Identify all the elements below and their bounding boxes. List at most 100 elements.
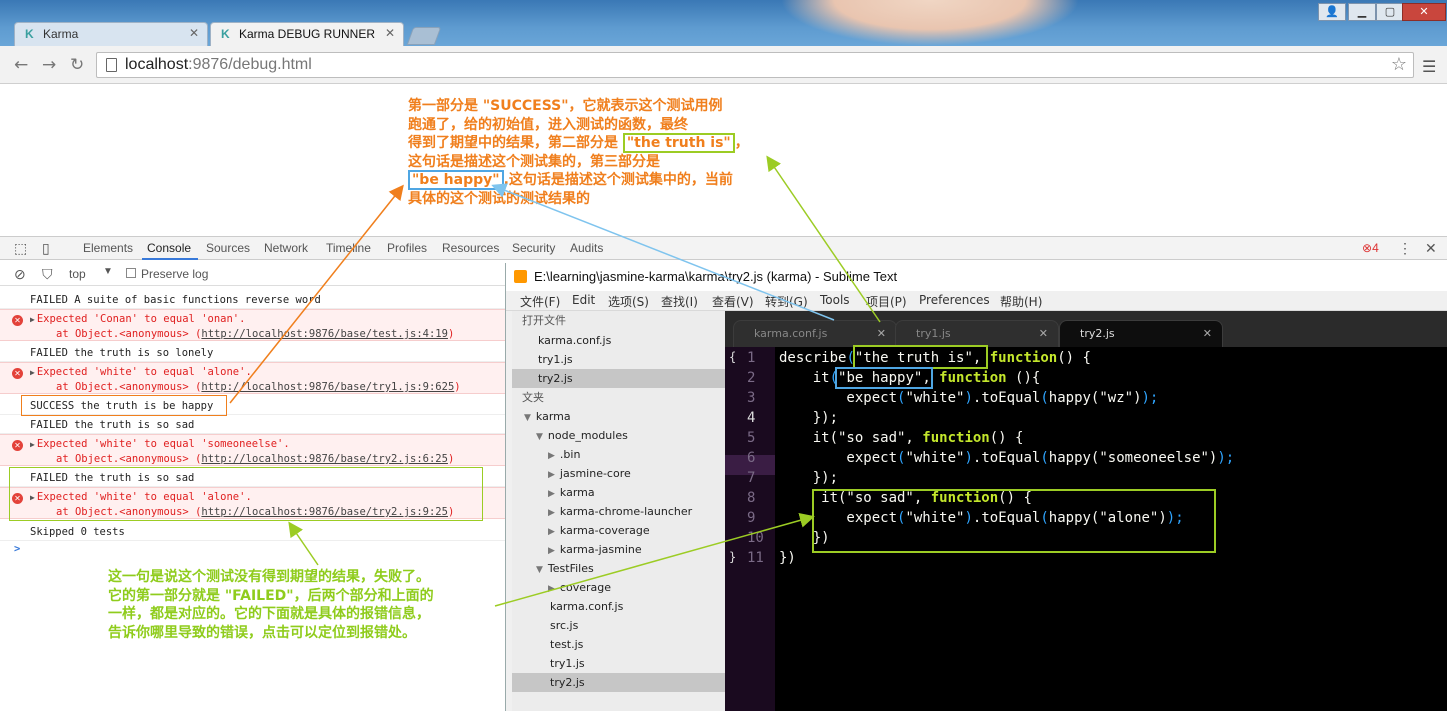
menu-goto[interactable]: 转到(G) (765, 293, 808, 310)
clear-console-icon[interactable]: ⊘ (14, 266, 26, 283)
menu-find[interactable]: 查找(I) (661, 293, 698, 310)
tab-close-icon[interactable]: ✕ (877, 327, 886, 340)
fold-marker-icon[interactable]: { (729, 350, 736, 364)
back-arrow-icon[interactable]: ← (14, 55, 28, 75)
chevron-down-icon[interactable]: ▼ (103, 266, 113, 277)
tree-folder[interactable]: ▶ karma-coverage (512, 521, 725, 540)
console-error-line[interactable]: ✕ ▶ Expected 'white' to equal 'someoneels… (0, 434, 505, 466)
annotation-line: 这句话是描述这个测试集的，第三部分是 (408, 153, 660, 170)
tree-folder[interactable]: ▶ .bin (512, 445, 725, 464)
expand-triangle-icon[interactable]: ▶ (30, 368, 35, 377)
menu-help[interactable]: 帮助(H) (1000, 293, 1042, 310)
tree-folder[interactable]: ▼ TestFiles (512, 559, 725, 578)
line-number: 5 (747, 430, 756, 446)
tree-folder[interactable]: ▶ karma-jasmine (512, 540, 725, 559)
editor-tab[interactable]: karma.conf.js ✕ (733, 320, 897, 347)
tab-elements[interactable]: Elements (83, 241, 133, 255)
tab-audits[interactable]: Audits (570, 241, 603, 255)
user-profile-button[interactable]: 👤 (1318, 3, 1346, 21)
minimize-button[interactable]: ▁ (1348, 3, 1376, 21)
sublime-title-text: E:\learning\jasmine-karma\karma\try2.js … (534, 269, 898, 284)
tab-close-icon[interactable]: ✕ (1203, 327, 1212, 340)
open-file-item-selected[interactable]: try2.js (512, 369, 725, 388)
more-options-icon[interactable]: ⋮ (1398, 240, 1412, 257)
source-link[interactable]: http://localhost:9876/base/try1.js:9:625 (201, 381, 454, 393)
open-file-item[interactable]: karma.conf.js (512, 331, 725, 350)
fold-marker-icon[interactable]: } (729, 550, 736, 564)
close-devtools-icon[interactable]: ✕ (1425, 240, 1437, 257)
expand-triangle-icon[interactable]: ▶ (30, 440, 35, 449)
tree-folder[interactable]: ▶ coverage (512, 578, 725, 597)
device-mode-icon[interactable]: ▯ (42, 240, 50, 257)
close-window-button[interactable]: ✕ (1402, 3, 1446, 21)
menu-view[interactable]: 查看(V) (712, 293, 754, 310)
tab-resources[interactable]: Resources (442, 241, 499, 255)
menu-project[interactable]: 项目(P) (866, 293, 907, 310)
console-prompt[interactable]: > (14, 543, 20, 555)
tree-file-selected[interactable]: try2.js (512, 673, 725, 692)
tab-security[interactable]: Security (512, 241, 555, 255)
folders-header: 文夹 (522, 391, 544, 404)
tab-close-icon[interactable]: ✕ (385, 26, 395, 40)
console-error-line[interactable]: ✕ ▶ Expected 'white' to equal 'alone'. at… (0, 362, 505, 394)
filter-icon[interactable]: ⛉ (42, 266, 53, 283)
editor-tab-active[interactable]: try2.js ✕ (1059, 320, 1223, 347)
maximize-button[interactable]: ▢ (1376, 3, 1404, 21)
tab-console[interactable]: Console (147, 241, 191, 255)
line-number: 2 (747, 370, 756, 386)
reload-icon[interactable]: ↻ (70, 55, 84, 75)
menu-selection[interactable]: 选项(S) (608, 293, 649, 310)
source-link[interactable]: http://localhost:9876/base/test.js:4:19 (201, 328, 448, 340)
browser-tab-debug-runner[interactable]: K Karma DEBUG RUNNER ✕ (210, 22, 404, 46)
tree-file[interactable]: try1.js (512, 654, 725, 673)
annotation-line: 具体的这个测试的测试结果的 (408, 190, 590, 207)
code-line: }) (779, 550, 796, 566)
preserve-log-checkbox[interactable] (126, 268, 136, 278)
error-count-badge[interactable]: ⊗4 (1362, 241, 1379, 255)
annotation-line: 得到了期望中的结果，第二部分是 "the truth is"， (408, 133, 749, 153)
code-line: it("so sad", function() { (779, 430, 1024, 446)
annotation-line: 第一部分是 "SUCCESS"，它就表示这个测试用例 (408, 98, 723, 114)
tab-network[interactable]: Network (264, 241, 308, 255)
tree-folder[interactable]: ▶ karma-chrome-launcher (512, 502, 725, 521)
sublime-logo-icon (514, 270, 527, 283)
new-tab-button[interactable] (406, 27, 442, 45)
tab-profiles[interactable]: Profiles (387, 241, 427, 255)
console-error-line[interactable]: ✕ ▶ Expected 'Conan' to equal 'onan'. at … (0, 309, 505, 341)
tab-close-icon[interactable]: ✕ (189, 26, 199, 40)
tree-folder[interactable]: ▼ node_modules (512, 426, 725, 445)
editor-tab[interactable]: try1.js ✕ (895, 320, 1059, 347)
menu-file[interactable]: 文件(F) (520, 293, 560, 310)
tree-folder[interactable]: ▶ karma (512, 483, 725, 502)
tab-close-icon[interactable]: ✕ (1039, 327, 1048, 340)
inspect-element-icon[interactable]: ⬚ (14, 240, 27, 257)
url-field[interactable]: localhost:9876/debug.html ☆ (96, 52, 1414, 78)
page-icon (106, 58, 117, 72)
menu-preferences[interactable]: Preferences (919, 293, 990, 307)
selected-tab-indicator (142, 258, 198, 260)
tree-folder[interactable]: ▼ karma (512, 407, 725, 426)
code-highlight-failed-block (812, 489, 1216, 553)
tree-folder[interactable]: ▶ jasmine-core (512, 464, 725, 483)
tab-timeline[interactable]: Timeline (326, 241, 371, 255)
open-file-item[interactable]: try1.js (512, 350, 725, 369)
menu-edit[interactable]: Edit (572, 293, 595, 307)
tree-file[interactable]: test.js (512, 635, 725, 654)
line-number: 3 (747, 390, 756, 406)
line-number: 1 (747, 350, 756, 366)
code-editor[interactable]: karma.conf.js ✕ try1.js ✕ try2.js ✕ { } 1 2… (725, 311, 1447, 711)
tab-sources[interactable]: Sources (206, 241, 250, 255)
forward-arrow-icon[interactable]: → (42, 55, 56, 75)
browser-tab-karma[interactable]: K Karma ✕ (14, 22, 208, 46)
context-selector[interactable]: top (69, 267, 86, 281)
tree-file[interactable]: src.js (512, 616, 725, 635)
source-link[interactable]: http://localhost:9876/base/try2.js:6:25 (201, 453, 448, 465)
sublime-titlebar: E:\learning\jasmine-karma\karma\try2.js … (506, 263, 1447, 291)
tree-file[interactable]: karma.conf.js (512, 597, 725, 616)
expand-triangle-icon[interactable]: ▶ (30, 315, 35, 324)
line-number: 6 (747, 450, 756, 466)
menu-tools[interactable]: Tools (820, 293, 850, 307)
line-number: 11 (747, 550, 764, 566)
browser-menu-icon[interactable]: ☰ (1422, 57, 1436, 76)
bookmark-star-icon[interactable]: ☆ (1391, 54, 1407, 75)
